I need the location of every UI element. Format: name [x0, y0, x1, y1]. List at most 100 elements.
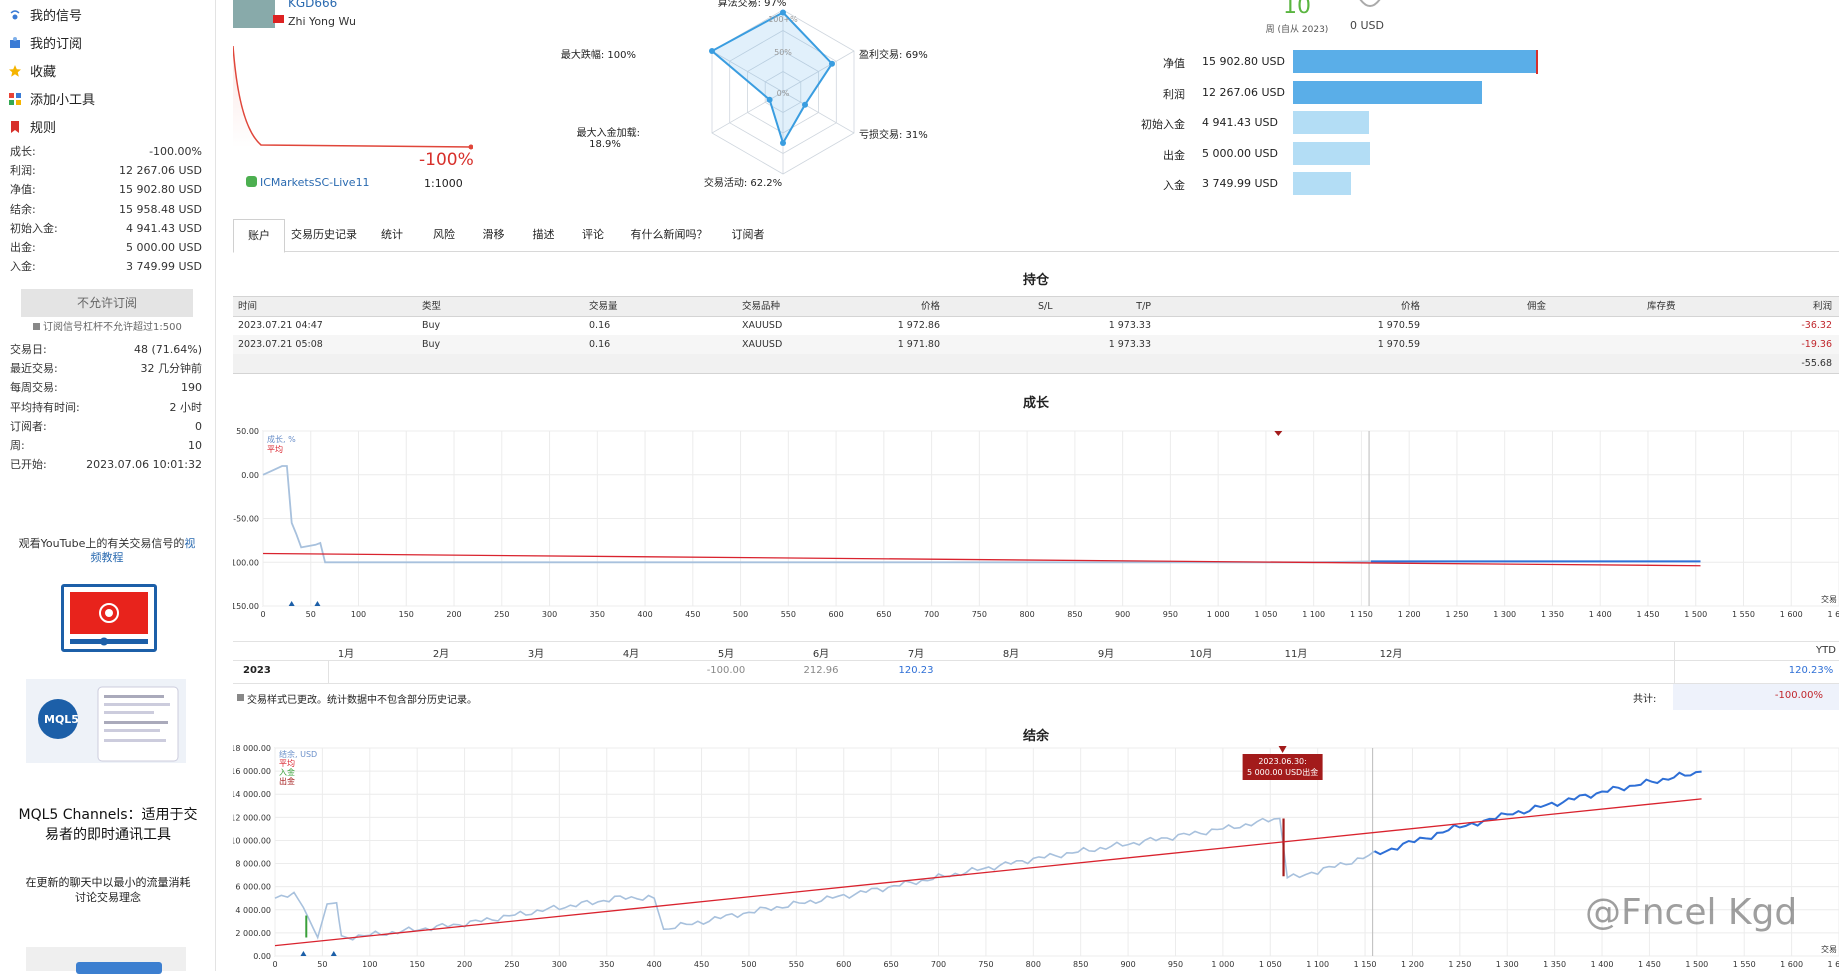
sidebar-item-label: 规则 [30, 121, 57, 136]
stat-row: 出金: 5 000.00 USD [10, 239, 202, 257]
stat-row: 结余: 15 958.48 USD [10, 201, 202, 219]
monthly-header-row: 1月 2月 3月 4月 5月 6月 7月 8月 9月 10月 11月 12月 YTD [233, 641, 1839, 661]
x-tick-label: 100 [351, 610, 366, 619]
month-label: 7月 [907, 649, 925, 660]
table-header-cell: 交易品种 [742, 301, 781, 312]
tab-5[interactable]: 滑移 [470, 219, 517, 251]
sidebar-item-my-subscriptions[interactable]: 我的订阅 [8, 35, 82, 55]
sidebar-item-label: 收藏 [30, 65, 57, 80]
y-tick-label: -150.00 [233, 602, 259, 611]
author-name[interactable]: Zhi Yong Wu [288, 15, 356, 28]
radar-label: 亏损交易: 31% [859, 126, 928, 141]
tab-1[interactable]: 账户 [233, 219, 285, 253]
stat-label: 成长: [10, 145, 36, 158]
account-bar-label: 初始入金 [1141, 118, 1185, 131]
radar-label-text: 亏损交易: 31% [859, 130, 928, 141]
stat-label: 出金: [10, 241, 36, 254]
tab-7[interactable]: 评论 [570, 219, 616, 251]
x-tick-label: 700 [924, 610, 939, 619]
x-tick-label: 1 350 [1541, 610, 1564, 619]
account-bar [1293, 50, 1538, 73]
stat-row: 入金: 3 749.99 USD [10, 258, 202, 276]
table-row: 2023.07.21 04:47 Buy 0.16 XAUUSD 1 972.86 1 9… [233, 316, 1839, 335]
month-label: 12月 [1379, 649, 1403, 660]
stat-label: 利润: [10, 164, 36, 178]
x-tick-label: 1 400 [1591, 960, 1614, 969]
sidebar-item-label: 我的信号 [30, 9, 83, 24]
x-tick-label: 200 [446, 610, 461, 619]
tab-8[interactable]: 有什么新闻吗？ [622, 219, 716, 251]
month-label: 9月 [1097, 649, 1115, 660]
x-tick-label: 1 400 [1589, 610, 1612, 619]
stat-value: 5 000.00 USD [126, 241, 202, 254]
ytd-label: YTD [1816, 645, 1836, 656]
table-cell: 1 973.33 [1108, 320, 1151, 331]
tooltip-amount: 5 000.00 USD出金 [1247, 767, 1318, 777]
tab-3[interactable]: 统计 [366, 219, 418, 251]
tab-2[interactable]: 交易历史记录 [285, 219, 363, 251]
y-tick-label: 18 000.00 [233, 744, 271, 753]
stat-row: 成长: -100.00% [10, 143, 202, 161]
x-tick-label: 1 550 [1733, 960, 1756, 969]
x-tick-label: 1 600 [1780, 610, 1803, 619]
table-cell: 1 973.33 [1108, 339, 1151, 350]
mql5-channels-image[interactable]: MQL5 [26, 679, 186, 763]
sidebar-item-label: 我的订阅 [30, 37, 83, 52]
sidebar-item-rules[interactable]: 规则 [8, 119, 56, 139]
youtube-note: 观看YouTube上的有关交易信号的视频教程 [18, 537, 196, 564]
stat-label: 初始入金: [10, 221, 58, 235]
subscription-price: 0 USD [1350, 19, 1384, 32]
month-label: 2月 [432, 649, 450, 660]
legend-item: 入金 [279, 767, 295, 777]
radar-point [780, 140, 786, 147]
signal-name[interactable]: KGD666 [288, 0, 337, 10]
tab-4[interactable]: 风险 [421, 219, 467, 251]
mql5-button-area [26, 947, 186, 974]
country-flag-icon [273, 15, 284, 23]
radar-ring-label: 0% [777, 89, 790, 98]
y-tick-label: 8 000.00 [235, 860, 271, 869]
radar-chart: 100+% 50% 0% [708, 9, 855, 175]
no-subscribe-button[interactable]: 不允许订阅 [21, 289, 193, 317]
radar-label: 最大入金加载: 18.9% [530, 124, 640, 150]
month-label: 6月 [812, 649, 830, 660]
x-tick-label: 1 250 [1448, 960, 1471, 969]
month-value: 212.96 [803, 665, 839, 676]
ytd-value: 120.23% [1788, 665, 1834, 676]
table-cell: 1 970.59 [1377, 320, 1420, 331]
x-tick-label: 350 [590, 610, 605, 619]
sidebar-item-add-widget[interactable]: 添加小工具 [8, 91, 95, 111]
x-tick-label: 1 050 [1254, 610, 1277, 619]
stat-label: 最近交易: [10, 362, 58, 376]
sidebar-item-my-signals[interactable]: 我的信号 [8, 7, 82, 27]
x-tick-label: 300 [552, 960, 567, 969]
table-header-cell: 库存费 [1647, 301, 1676, 312]
tab-9[interactable]: 订阅者 [720, 219, 776, 251]
y-tick-label: 6 000.00 [235, 883, 271, 892]
x-tick-label: 200 [457, 960, 472, 969]
stat-value: 4 941.43 USD [126, 221, 202, 235]
y-tick-label: 4 000.00 [235, 906, 271, 915]
table-row: 2023.07.21 05:08 Buy 0.16 XAUUSD 1 971.80 1 9… [233, 335, 1839, 354]
radar-label: 交易活动: 62.2% [688, 174, 798, 189]
radar-ring-label: 100+% [768, 15, 798, 24]
legend-item: 出金 [279, 776, 295, 786]
x-tick-label: 1 000 [1211, 960, 1234, 969]
youtube-video-icon[interactable] [61, 584, 157, 652]
sidebar-item-label: 添加小工具 [30, 93, 96, 108]
tab-6[interactable]: 描述 [520, 219, 567, 251]
stat-value: 32 几分钟前 [140, 362, 203, 376]
x-tick-label: 1 500 [1684, 610, 1707, 619]
table-header-cell: 价格 [920, 301, 940, 312]
y-tick-label: -100.00 [233, 558, 259, 567]
x-tick-label: 900 [1120, 960, 1135, 969]
radar-label: 最大跌幅: 100% [526, 46, 636, 61]
table-total-row: -55.68 [233, 354, 1839, 374]
x-tick-label: 400 [647, 960, 662, 969]
sidebar-item-favorites[interactable]: 收藏 [8, 63, 56, 83]
table-cell: -19.36 [1801, 339, 1832, 350]
broker-server[interactable]: ICMarketsSC-Live11 [246, 176, 370, 189]
radar-point [708, 48, 715, 54]
mql5-open-button[interactable] [76, 962, 162, 974]
balance-chart: 18 000.00 16 000.00 14 000.00 12 000.00 10 0… [233, 744, 1839, 969]
